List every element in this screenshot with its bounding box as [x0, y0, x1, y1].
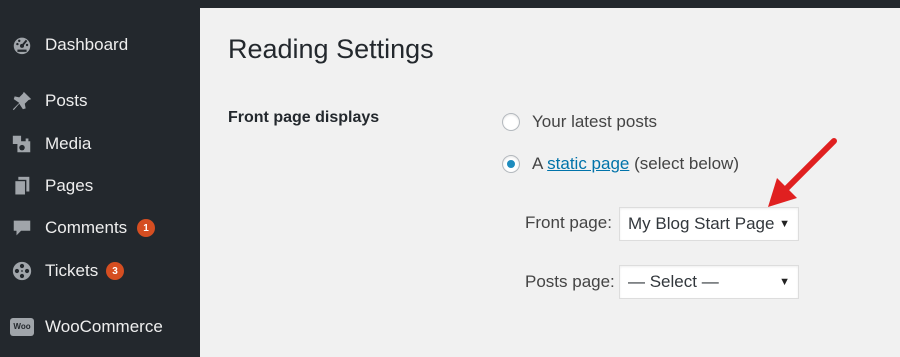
page-title: Reading Settings [228, 34, 434, 64]
front-page-select-value: My Blog Start Page [628, 214, 775, 233]
sidebar-item-dashboard[interactable]: Dashboard [0, 25, 200, 65]
sidebar-item-label: WooCommerce [45, 317, 163, 336]
radio-latest-posts-label: Your latest posts [532, 112, 658, 131]
radio-static-page-label: A static page (select below) [532, 154, 739, 173]
front-page-displays-label: Front page displays [228, 109, 380, 126]
caret-down-icon: ▼ [779, 218, 790, 230]
posts-page-select-value: — Select — [628, 272, 719, 291]
comments-count-badge: 1 [137, 219, 155, 237]
sidebar-item-label: Posts [45, 91, 88, 110]
caret-down-icon: ▼ [779, 276, 790, 288]
woocommerce-icon: Woo [10, 315, 34, 339]
comment-icon [10, 216, 34, 240]
sidebar-item-pages[interactable]: Pages [0, 166, 200, 206]
sidebar-item-label: Comments [45, 218, 128, 237]
annotation-arrow-icon [768, 138, 837, 207]
film-reel-icon [10, 259, 34, 283]
radio-latest-posts-button[interactable] [502, 113, 520, 131]
sidebar-item-comments[interactable]: Comments 1 [0, 208, 200, 248]
pushpin-icon [10, 89, 34, 113]
admin-sidebar: Dashboard Posts Media Pages Comments 1 T… [0, 0, 200, 357]
media-icon [10, 132, 34, 156]
sidebar-item-label: Media [45, 134, 92, 153]
sidebar-item-woocommerce[interactable]: Woo WooCommerce [0, 307, 200, 347]
sidebar-item-label: Pages [45, 176, 94, 195]
posts-page-select[interactable]: — Select — ▼ [619, 265, 799, 299]
sidebar-item-label: Dashboard [45, 35, 129, 54]
sidebar-item-tickets[interactable]: Tickets 3 [0, 251, 200, 291]
radio-static-page-button[interactable] [502, 155, 520, 173]
radio-static-page[interactable]: A static page (select below) [502, 154, 739, 174]
dashboard-icon [10, 33, 34, 57]
front-page-label: Front page: [525, 213, 612, 232]
tickets-count-badge: 3 [106, 262, 124, 280]
pages-icon [10, 174, 34, 198]
sidebar-item-media[interactable]: Media [0, 124, 200, 164]
static-page-link[interactable]: static page [547, 154, 629, 173]
sidebar-item-posts[interactable]: Posts [0, 81, 200, 121]
posts-page-label: Posts page: [525, 272, 615, 291]
radio-latest-posts[interactable]: Your latest posts [502, 112, 657, 132]
sidebar-item-label: Tickets [45, 261, 99, 280]
